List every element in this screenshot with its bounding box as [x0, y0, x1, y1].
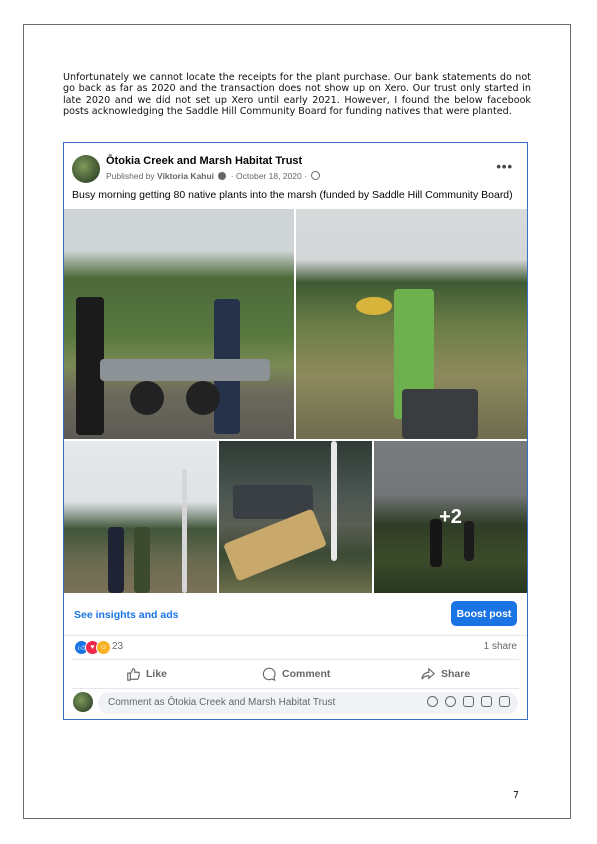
- flowering-shrub: [356, 297, 392, 315]
- trailer: [100, 359, 270, 381]
- wheel: [186, 381, 220, 415]
- photo-3[interactable]: [64, 441, 217, 593]
- emoji-icon[interactable]: [445, 696, 456, 707]
- post-caption: Busy morning getting 80 native plants in…: [72, 189, 513, 201]
- info-icon[interactable]: [218, 172, 227, 180]
- gif-icon[interactable]: [481, 696, 492, 707]
- body-paragraph: Unfortunately we cannot locate the recei…: [63, 72, 531, 118]
- page-number: 7: [513, 790, 520, 801]
- comment-tools: [427, 696, 510, 707]
- photo-1[interactable]: [64, 209, 294, 439]
- divider: [64, 635, 527, 636]
- divider: [72, 688, 519, 689]
- photo-4[interactable]: [219, 441, 372, 593]
- author-name[interactable]: Viktoria Kahui: [157, 171, 214, 181]
- page-avatar[interactable]: [72, 155, 100, 183]
- post-date[interactable]: October 18, 2020: [236, 171, 302, 181]
- camera-icon[interactable]: [463, 696, 474, 707]
- dot-separator: ·: [230, 171, 234, 181]
- thumbs-up-icon: [127, 668, 140, 681]
- see-insights-link[interactable]: See insights and ads: [74, 609, 178, 621]
- gauge-post: [331, 441, 337, 561]
- comment-icon: [262, 667, 276, 681]
- boost-post-button[interactable]: Boost post: [451, 601, 517, 626]
- weather-station-mast: [182, 469, 187, 593]
- care-reaction-icon: ☺: [96, 639, 111, 655]
- photo-2[interactable]: [296, 209, 527, 439]
- published-by-label: Published by: [106, 171, 155, 181]
- like-button[interactable]: Like: [126, 664, 167, 684]
- facebook-post-card: Ōtokia Creek and Marsh Habitat Trust Pub…: [63, 142, 528, 720]
- more-photos-overlay[interactable]: +2: [374, 441, 527, 593]
- dot-separator: ·: [304, 171, 307, 181]
- sticker-icon[interactable]: [499, 696, 510, 707]
- comment-label: Comment: [282, 668, 331, 680]
- reaction-icons[interactable]: 👍︎ ♥ ☺: [74, 639, 111, 655]
- like-label: Like: [146, 668, 168, 680]
- photo-5[interactable]: +2: [374, 441, 527, 593]
- person-figure: [108, 527, 124, 593]
- published-line: Published by Viktoria Kahui · October 18…: [106, 171, 321, 181]
- divider: [72, 659, 519, 660]
- page-name[interactable]: Ōtokia Creek and Marsh Habitat Trust: [106, 155, 302, 167]
- share-count[interactable]: 1 share: [484, 641, 517, 652]
- share-icon: [421, 667, 435, 680]
- share-label: Share: [441, 668, 471, 680]
- comment-button[interactable]: Comment: [262, 664, 330, 684]
- boardwalk: [223, 508, 327, 582]
- person-figure: [134, 527, 150, 593]
- commenter-avatar[interactable]: [73, 692, 93, 712]
- more-options-icon[interactable]: •••: [496, 159, 513, 174]
- globe-icon: [311, 171, 321, 180]
- wheel: [130, 381, 164, 415]
- comment-placeholder: Comment as Ōtokia Creek and Marsh Habita…: [108, 697, 336, 708]
- comment-input[interactable]: Comment as Ōtokia Creek and Marsh Habita…: [98, 692, 518, 714]
- wheelbarrow: [402, 389, 478, 439]
- avatar-sticker-icon[interactable]: [427, 696, 438, 707]
- reaction-count[interactable]: 23: [112, 641, 123, 652]
- share-button[interactable]: Share: [421, 664, 470, 684]
